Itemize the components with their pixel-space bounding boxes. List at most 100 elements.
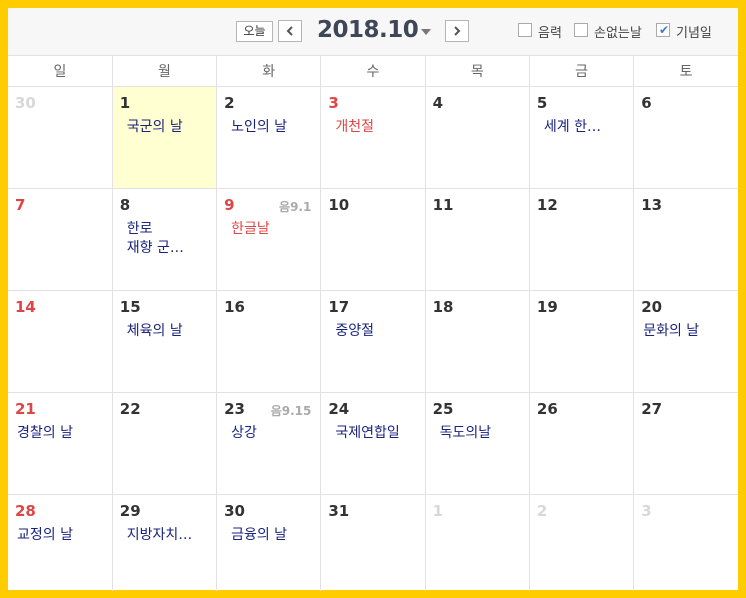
day-cell[interactable]: 16 xyxy=(216,290,322,393)
event-label[interactable]: 지방자치… xyxy=(120,526,212,545)
event-label[interactable]: 중양절 xyxy=(328,322,420,341)
checkmark-icon: ✔ xyxy=(659,23,670,37)
today-button[interactable]: 오늘 xyxy=(236,21,273,42)
event-label[interactable]: 국군의 날 xyxy=(120,118,212,137)
event-label[interactable]: 한로 재향 군… xyxy=(120,220,212,258)
day-cell[interactable]: 8 한로 재향 군… xyxy=(112,188,218,291)
day-cell[interactable]: 26 xyxy=(529,392,635,495)
day-cell[interactable]: 5 세계 한… xyxy=(529,86,635,189)
day-cell[interactable]: 4 xyxy=(425,86,530,189)
day-cell[interactable]: 25 독도의날 xyxy=(425,392,530,495)
day-number: 26 xyxy=(536,399,558,418)
event-label[interactable]: 경찰의 날 xyxy=(10,424,102,443)
next-month-button[interactable] xyxy=(445,20,469,42)
day-cell[interactable]: 31 xyxy=(320,494,426,591)
day-cell[interactable]: 13 xyxy=(633,188,738,291)
event-label[interactable]: 문화의 날 xyxy=(636,322,728,341)
weekday-header: 화 xyxy=(216,56,322,87)
day-number: 27 xyxy=(641,399,663,418)
event-label[interactable]: 체육의 날 xyxy=(120,322,212,341)
day-cell[interactable]: 30 xyxy=(8,86,113,189)
day-cell[interactable]: 20 문화의 날 xyxy=(633,290,738,393)
day-cell[interactable]: 9 음9.1 한글날 xyxy=(216,188,322,291)
day-cell[interactable]: 10 xyxy=(320,188,426,291)
chevron-right-icon xyxy=(454,26,461,36)
day-cell[interactable]: 23 음9.15 상강 xyxy=(216,392,322,495)
auspicious-day-checkbox[interactable] xyxy=(574,23,588,37)
chevron-left-icon xyxy=(286,26,293,36)
anniversary-checkbox[interactable]: ✔ xyxy=(656,23,670,37)
prev-month-button[interactable] xyxy=(278,20,302,42)
anniversary-label: 기념일 xyxy=(676,26,712,41)
day-cell[interactable]: 12 xyxy=(529,188,635,291)
day-number: 10 xyxy=(328,195,350,214)
day-cell[interactable]: 21 경찰의 날 xyxy=(8,392,113,495)
day-number: 16 xyxy=(224,297,245,316)
day-cell[interactable]: 22 xyxy=(112,392,218,495)
day-number: 22 xyxy=(119,399,141,418)
auspicious-day-label: 손없는날 xyxy=(594,26,642,41)
day-cell[interactable]: 1 국군의 날 xyxy=(112,86,218,189)
day-cell[interactable]: 2 노인의 날 xyxy=(216,86,322,189)
day-number: 21 xyxy=(15,399,36,418)
week-row: 21 경찰의 날 22 23 음9.15 상강 24 국제연합일 25 독도의날 26 27 xyxy=(8,392,738,495)
day-number: 11 xyxy=(432,195,454,214)
day-number: 15 xyxy=(119,297,141,316)
day-number: 13 xyxy=(641,195,663,214)
lunar-checkbox[interactable] xyxy=(518,23,532,37)
day-cell[interactable]: 15 체육의 날 xyxy=(112,290,218,393)
day-number: 18 xyxy=(432,297,454,316)
week-row: 14 15 체육의 날 16 17 중양절 18 19 20 문화의 날 xyxy=(8,290,738,393)
week-row: 30 1 국군의 날 2 노인의 날 3 개천절 4 5 세계 한… 6 xyxy=(8,86,738,189)
month-title[interactable]: 2018.10 xyxy=(317,17,419,43)
day-cell[interactable]: 14 xyxy=(8,290,113,393)
event-label[interactable]: 개천절 xyxy=(328,118,420,137)
day-cell[interactable]: 29 지방자치… xyxy=(112,494,218,591)
event-label[interactable]: 금융의 날 xyxy=(224,526,316,545)
day-number: 20 xyxy=(641,297,663,316)
day-number: 29 xyxy=(119,501,141,520)
day-number: 23 xyxy=(224,399,245,418)
day-cell[interactable]: 30 금융의 날 xyxy=(216,494,322,591)
day-cell[interactable]: 28 교정의 날 xyxy=(8,494,113,591)
caret-down-icon[interactable] xyxy=(421,29,431,35)
weekday-header: 일 xyxy=(8,56,113,87)
day-number: 3 xyxy=(328,93,339,112)
weekday-header: 금 xyxy=(529,56,635,87)
lunar-label: 음력 xyxy=(538,26,562,41)
event-label[interactable]: 노인의 날 xyxy=(224,118,316,137)
day-cell[interactable]: 17 중양절 xyxy=(320,290,426,393)
day-cell[interactable]: 24 국제연합일 xyxy=(320,392,426,495)
day-cell[interactable]: 19 xyxy=(529,290,635,393)
day-number: 1 xyxy=(432,501,444,520)
lunar-date: 음9.1 xyxy=(279,199,312,214)
event-label[interactable]: 교정의 날 xyxy=(10,526,102,545)
week-row: 28 교정의 날 29 지방자치… 30 금융의 날 31 1 2 3 xyxy=(8,494,738,591)
day-cell[interactable]: 18 xyxy=(425,290,530,393)
day-cell[interactable]: 3 개천절 xyxy=(320,86,426,189)
day-number: 28 xyxy=(15,501,36,520)
event-label[interactable]: 상강 xyxy=(224,424,316,443)
day-cell[interactable]: 11 xyxy=(425,188,530,291)
day-cell[interactable]: 1 xyxy=(425,494,530,591)
day-number: 6 xyxy=(641,93,652,112)
day-number: 19 xyxy=(536,297,558,316)
day-number: 12 xyxy=(536,195,558,214)
day-number: 9 xyxy=(224,195,235,214)
day-number: 14 xyxy=(15,297,36,316)
day-cell[interactable]: 3 xyxy=(634,494,738,591)
event-label[interactable]: 독도의날 xyxy=(433,424,525,443)
day-cell[interactable]: 2 xyxy=(529,494,635,591)
day-number: 25 xyxy=(432,399,454,418)
day-cell[interactable]: 6 xyxy=(633,86,738,189)
day-cell[interactable]: 7 xyxy=(8,188,113,291)
day-number: 2 xyxy=(224,93,235,112)
day-number: 4 xyxy=(432,93,444,112)
event-label[interactable]: 한글날 xyxy=(224,220,316,239)
event-label[interactable]: 국제연합일 xyxy=(328,424,420,443)
day-number: 30 xyxy=(224,501,245,520)
event-label[interactable]: 세계 한… xyxy=(537,118,629,137)
day-number: 7 xyxy=(15,195,26,214)
day-cell[interactable]: 27 xyxy=(633,392,738,495)
day-number: 30 xyxy=(15,93,36,112)
